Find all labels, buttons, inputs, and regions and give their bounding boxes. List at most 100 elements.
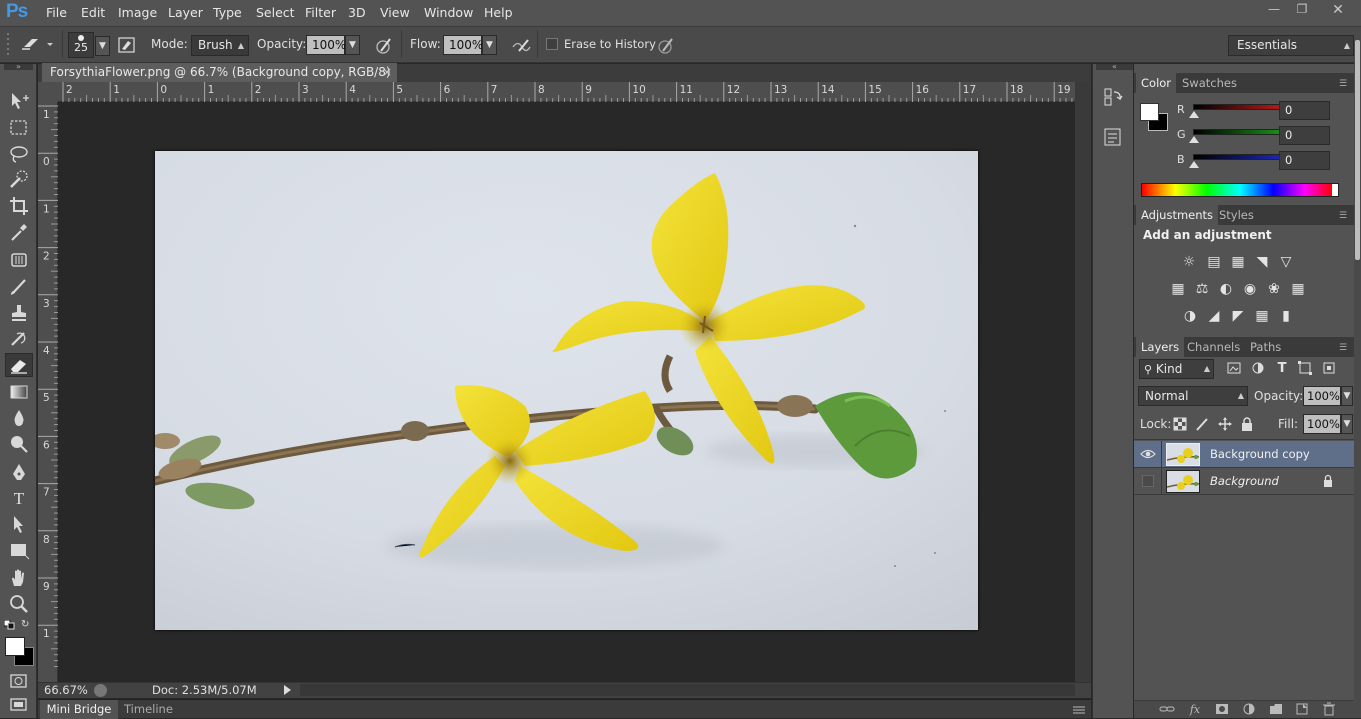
erase-to-history-checkbox[interactable] (546, 38, 558, 50)
lock-pixels-icon[interactable] (1195, 417, 1213, 433)
swap-colors-icon[interactable]: ↻ (21, 619, 33, 631)
add-mask-icon[interactable] (1214, 702, 1232, 718)
document-image[interactable] (155, 151, 978, 630)
adjustments-panel-menu-icon[interactable]: ☰ (1339, 211, 1347, 221)
new-adjustment-layer-icon[interactable] (1241, 702, 1259, 718)
layer-name[interactable]: Background copy (1210, 447, 1310, 461)
default-colors-icon[interactable] (4, 620, 16, 630)
layer-row[interactable]: Background copy (1134, 441, 1354, 468)
history-panel-icon[interactable] (1101, 86, 1125, 108)
opacity-dropdown[interactable]: ▼ (345, 35, 360, 55)
opacity-field[interactable]: 100% (306, 35, 346, 55)
new-group-icon[interactable] (1268, 702, 1286, 718)
vertical-scrollbar[interactable] (1075, 82, 1091, 682)
pressure-opacity-icon[interactable] (373, 35, 395, 57)
new-layer-icon[interactable] (1294, 702, 1312, 718)
menu-file[interactable]: File (46, 5, 67, 20)
document-tab[interactable]: ForsythiaFlower.png @ 66.7% (Background … (42, 63, 397, 98)
panels-scroll-thumb[interactable] (1355, 40, 1360, 260)
close-tab-icon[interactable]: × (382, 63, 392, 82)
panel-menu-icon[interactable] (1072, 705, 1086, 715)
tab-mini-bridge[interactable]: Mini Bridge (40, 700, 118, 719)
tab-paths[interactable]: Paths (1245, 337, 1286, 357)
vibrance-icon[interactable]: ▽ (1277, 254, 1295, 270)
status-info-icon[interactable] (94, 684, 107, 697)
tab-styles[interactable]: Styles (1214, 205, 1259, 225)
visibility-eye-icon[interactable] (1140, 447, 1156, 461)
color-lookup-icon[interactable]: ▦ (1289, 281, 1307, 297)
properties-panel-icon[interactable] (1101, 126, 1125, 148)
channel-value-field[interactable]: 0 (1279, 151, 1330, 170)
fill-field[interactable]: 100% (1303, 414, 1341, 434)
foreground-color-swatch[interactable] (5, 637, 25, 656)
quick-mask-icon[interactable] (9, 673, 29, 689)
lasso-tool-icon[interactable] (7, 143, 31, 165)
quick-selection-tool-icon[interactable] (7, 169, 31, 191)
posterize-icon[interactable]: ◢ (1205, 308, 1223, 324)
zoom-tool-icon[interactable] (7, 593, 31, 615)
brush-preset-picker[interactable]: 25 (68, 32, 94, 58)
channel-slider-thumb[interactable] (1189, 161, 1199, 168)
lock-all-icon[interactable] (1239, 417, 1257, 433)
hand-tool-icon[interactable] (7, 567, 31, 589)
eyedropper-tool-icon[interactable] (7, 221, 31, 243)
brush-size-dropdown[interactable]: ▼ (95, 36, 110, 56)
invert-icon[interactable]: ◑ (1181, 308, 1199, 324)
move-tool-icon[interactable] (7, 90, 31, 112)
pen-tool-icon[interactable] (7, 461, 31, 483)
exposure-icon[interactable]: ◥ (1253, 254, 1271, 270)
flow-dropdown[interactable]: ▼ (482, 35, 497, 55)
hue-saturation-icon[interactable]: ▦ (1169, 281, 1187, 297)
tab-adjustments[interactable]: Adjustments (1136, 205, 1219, 225)
pressure-size-icon[interactable] (655, 35, 677, 57)
menu-edit[interactable]: Edit (81, 5, 105, 20)
menu-3d[interactable]: 3D (348, 5, 366, 20)
mode-select[interactable]: Brush ▲ (191, 35, 249, 56)
menu-layer[interactable]: Layer (168, 5, 203, 20)
dock-collapse-icon[interactable]: « (1096, 63, 1133, 71)
channel-value-field[interactable]: 0 (1279, 126, 1330, 145)
tool-preset-picker[interactable] (20, 34, 56, 54)
color-fg-swatch[interactable] (1140, 103, 1159, 121)
delete-layer-icon[interactable] (1321, 702, 1339, 718)
layers-panel-menu-icon[interactable]: ☰ (1339, 343, 1347, 353)
fill-dropdown[interactable]: ▼ (1341, 414, 1353, 434)
blur-tool-icon[interactable] (7, 407, 31, 429)
horizontal-ruler[interactable]: 2 1 0 1 2 3 4 5 6 7 8 9 10 11 12 13 14 15 16 17 18 19 (58, 82, 1075, 102)
panels-scrollbar[interactable] (1354, 36, 1361, 718)
tab-channels[interactable]: Channels (1182, 337, 1245, 357)
channel-value-field[interactable]: 0 (1279, 101, 1330, 120)
flow-field[interactable]: 100% (443, 35, 483, 55)
fx-icon[interactable]: fx (1186, 702, 1204, 718)
layer-row[interactable]: Background (1134, 468, 1354, 495)
tab-color[interactable]: Color (1136, 73, 1177, 93)
curves-icon[interactable]: ▦ (1229, 254, 1247, 270)
tab-layers[interactable]: Layers (1136, 337, 1185, 357)
blend-mode-select[interactable]: Normal ▲ (1138, 386, 1248, 406)
layer-opacity-field[interactable]: 100% (1303, 386, 1341, 406)
filter-pixel-icon[interactable] (1226, 361, 1244, 377)
filter-shape-icon[interactable] (1297, 361, 1315, 377)
menu-type[interactable]: Type (213, 5, 242, 20)
restore-icon[interactable]: ❐ (1292, 2, 1312, 18)
tab-timeline[interactable]: Timeline (124, 700, 173, 719)
brightness-icon[interactable]: ☼ (1180, 254, 1198, 270)
menu-image[interactable]: Image (118, 5, 157, 20)
lock-transparent-icon[interactable] (1173, 417, 1191, 433)
gradient-tool-icon[interactable] (7, 381, 31, 403)
marquee-tool-icon[interactable] (7, 117, 31, 139)
history-brush-tool-icon[interactable] (7, 327, 31, 349)
healing-brush-tool-icon[interactable] (7, 249, 31, 271)
black-white-icon[interactable]: ◐ (1217, 281, 1235, 297)
gradient-map-icon[interactable]: ▮ (1277, 308, 1295, 324)
filter-adjustment-icon[interactable] (1250, 361, 1268, 377)
link-layers-icon[interactable] (1159, 702, 1177, 718)
layer-filter-select[interactable]: ⚲ Kind ▲ (1139, 359, 1214, 379)
tab-swatches[interactable]: Swatches (1177, 73, 1242, 93)
vertical-ruler[interactable]: 1 0 1 2 3 4 5 6 7 8 9 1 (38, 102, 58, 682)
menu-filter[interactable]: Filter (305, 5, 336, 20)
channel-mixer-icon[interactable]: ❀ (1265, 281, 1283, 297)
lock-position-icon[interactable] (1217, 417, 1235, 433)
color-panel-menu-icon[interactable]: ☰ (1339, 79, 1347, 89)
screen-mode-icon[interactable] (9, 697, 29, 713)
